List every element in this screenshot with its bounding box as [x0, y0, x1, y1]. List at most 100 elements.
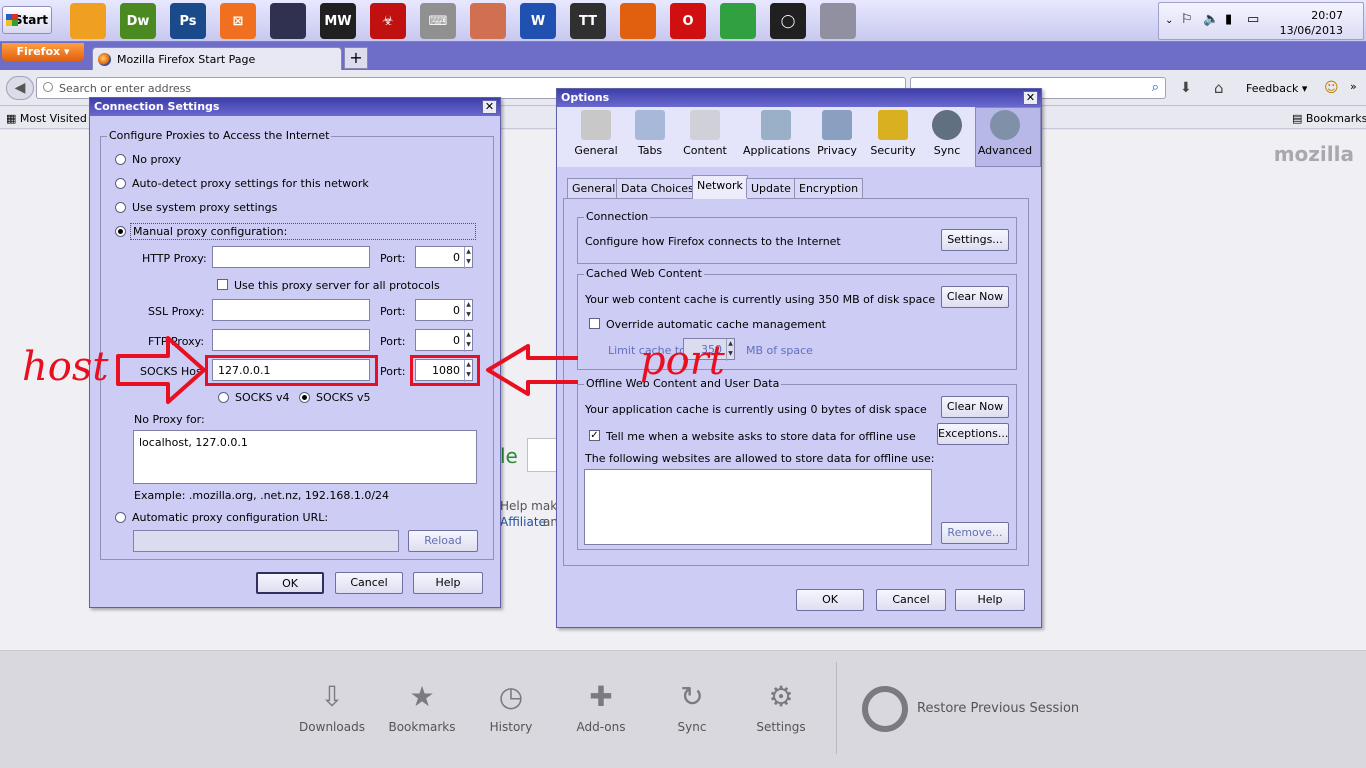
spinner-icon[interactable]: ▲ ▼: [464, 300, 472, 322]
aimp-icon[interactable]: [70, 3, 106, 39]
ftp-proxy-input[interactable]: [212, 329, 370, 351]
options-category-sync[interactable]: Sync: [918, 110, 976, 157]
spinner-icon[interactable]: ▲ ▼: [726, 339, 734, 361]
spinner-icon[interactable]: ▲ ▼: [464, 330, 472, 352]
game-icon[interactable]: [270, 3, 306, 39]
tab-data-choices[interactable]: Data Choices: [616, 178, 699, 198]
options-category-security[interactable]: Security: [864, 110, 922, 157]
manual-proxy-radio[interactable]: [115, 226, 126, 237]
feedback-button[interactable]: Feedback ▾: [1246, 82, 1307, 95]
options-category-content[interactable]: Content: [676, 110, 734, 157]
tab-general[interactable]: General: [567, 178, 621, 198]
no-proxy-for-textarea[interactable]: localhost, 127.0.0.1: [133, 430, 477, 484]
socks-v4-radio[interactable]: [218, 392, 229, 403]
affiliate-link[interactable]: Affiliate: [500, 515, 546, 529]
tab-start-page[interactable]: Mozilla Firefox Start Page: [92, 47, 342, 71]
keyboard-icon[interactable]: ⌨: [420, 3, 456, 39]
settings-button[interactable]: Settings...: [941, 229, 1009, 251]
xampp-icon[interactable]: ⊠: [220, 3, 256, 39]
options-category-advanced[interactable]: Advanced: [976, 110, 1034, 157]
clear-offline-button[interactable]: Clear Now: [941, 396, 1009, 418]
cancel-button[interactable]: Cancel: [335, 572, 403, 594]
override-cache-checkbox[interactable]: [589, 318, 600, 329]
nfs-icon[interactable]: MW: [320, 3, 356, 39]
search-icon[interactable]: ⌕: [1152, 80, 1159, 95]
ok-button[interactable]: OK: [256, 572, 324, 594]
options-dialog-title: Options: [557, 89, 1041, 107]
exceptions-button[interactable]: Exceptions...: [937, 423, 1009, 445]
options-category-applications[interactable]: Applications: [743, 110, 810, 157]
launcher-sync-button[interactable]: ↻ Sync: [647, 680, 737, 734]
port-annotation: port: [640, 338, 725, 384]
firefox-menu-button[interactable]: Firefox ▾: [2, 43, 84, 61]
remove-button[interactable]: Remove...: [941, 522, 1009, 544]
google-search-box[interactable]: [527, 438, 559, 472]
worms-icon[interactable]: [470, 3, 506, 39]
options-category-tabs[interactable]: Tabs: [621, 110, 679, 157]
overflow-icon[interactable]: »: [1350, 80, 1357, 93]
satellite-icon[interactable]: [820, 3, 856, 39]
http-proxy-input[interactable]: [212, 246, 370, 268]
restore-session-button[interactable]: Restore Previous Session: [917, 701, 1079, 716]
options-category-privacy[interactable]: Privacy: [808, 110, 866, 157]
photoshop-icon[interactable]: Ps: [170, 3, 206, 39]
tab-network[interactable]: Network: [692, 175, 748, 199]
firefox-menu-label: Firefox: [16, 45, 61, 58]
ssl-proxy-input[interactable]: [212, 299, 370, 321]
auto-detect-radio[interactable]: [115, 178, 126, 189]
spinner-icon[interactable]: ▲ ▼: [464, 247, 472, 269]
clear-cache-button[interactable]: Clear Now: [941, 286, 1009, 308]
start-button[interactable]: Start: [2, 6, 52, 34]
options-category-general[interactable]: General: [567, 110, 625, 157]
options-ok-button[interactable]: OK: [796, 589, 864, 611]
tab-update[interactable]: Update: [746, 178, 796, 198]
auto-url-radio[interactable]: [115, 512, 126, 523]
use-all-checkbox[interactable]: [217, 279, 228, 290]
opera-icon[interactable]: O: [670, 3, 706, 39]
options-cancel-button[interactable]: Cancel: [876, 589, 946, 611]
home-icon[interactable]: ⌂: [1214, 79, 1224, 97]
ftp-port-input[interactable]: 0 ▲ ▼: [415, 329, 473, 352]
launcher-divider: [836, 662, 837, 754]
chrome-icon[interactable]: [720, 3, 756, 39]
reload-button[interactable]: Reload: [408, 530, 478, 552]
new-tab-button[interactable]: +: [344, 47, 368, 69]
clock-time[interactable]: 20:07: [1311, 9, 1343, 22]
flag-icon[interactable]: ⚐: [1181, 12, 1193, 27]
back-button[interactable]: ◀: [6, 76, 34, 100]
no-proxy-radio[interactable]: [115, 154, 126, 165]
network-signal-icon[interactable]: ▮: [1225, 12, 1232, 27]
smiley-icon[interactable]: ☺: [1324, 80, 1339, 96]
auto-url-input[interactable]: [133, 530, 399, 552]
launcher-settings-button[interactable]: ⚙ Settings: [736, 680, 826, 734]
ssl-port-input[interactable]: 0 ▲ ▼: [415, 299, 473, 322]
launcher-bookmarks-button[interactable]: ★ Bookmarks: [377, 680, 467, 734]
help-button[interactable]: Help: [413, 572, 483, 594]
http-port-input[interactable]: 0 ▲ ▼: [415, 246, 473, 269]
clock-date[interactable]: 13/06/2013: [1280, 24, 1343, 37]
launcher-downloads-button[interactable]: ⇩ Downloads: [287, 680, 377, 734]
socks-v5-radio[interactable]: [299, 392, 310, 403]
dreamweaver-icon[interactable]: Dw: [120, 3, 156, 39]
launcher-history-button[interactable]: ◷ History: [466, 680, 556, 734]
launcher-add-ons-button[interactable]: ✚ Add-ons: [556, 680, 646, 734]
firefox-icon[interactable]: [620, 3, 656, 39]
word-icon[interactable]: W: [520, 3, 556, 39]
download-arrow-icon[interactable]: ⬇: [1180, 80, 1192, 96]
options-help-button[interactable]: Help: [955, 589, 1025, 611]
biohazard-icon[interactable]: ☣: [370, 3, 406, 39]
monitor-icon[interactable]: ▭: [1247, 12, 1259, 27]
camtasia-icon[interactable]: ◯: [770, 3, 806, 39]
offline-websites-list[interactable]: [584, 469, 932, 545]
bookmarks-menu[interactable]: ▤ Bookmarks: [1292, 112, 1366, 125]
most-visited-link[interactable]: ▦ Most Visited: [6, 112, 87, 125]
close-icon[interactable]: ✕: [482, 100, 497, 114]
close-icon[interactable]: ✕: [1023, 91, 1038, 105]
tray-expand-icon[interactable]: ⌄: [1165, 15, 1173, 26]
tab-encryption[interactable]: Encryption: [794, 178, 864, 198]
volume-icon[interactable]: 🔈: [1203, 12, 1219, 27]
restore-session-icon[interactable]: [862, 686, 908, 732]
system-proxy-radio[interactable]: [115, 202, 126, 213]
tell-me-checkbox[interactable]: ✓: [589, 430, 600, 441]
tt-icon[interactable]: TT: [570, 3, 606, 39]
